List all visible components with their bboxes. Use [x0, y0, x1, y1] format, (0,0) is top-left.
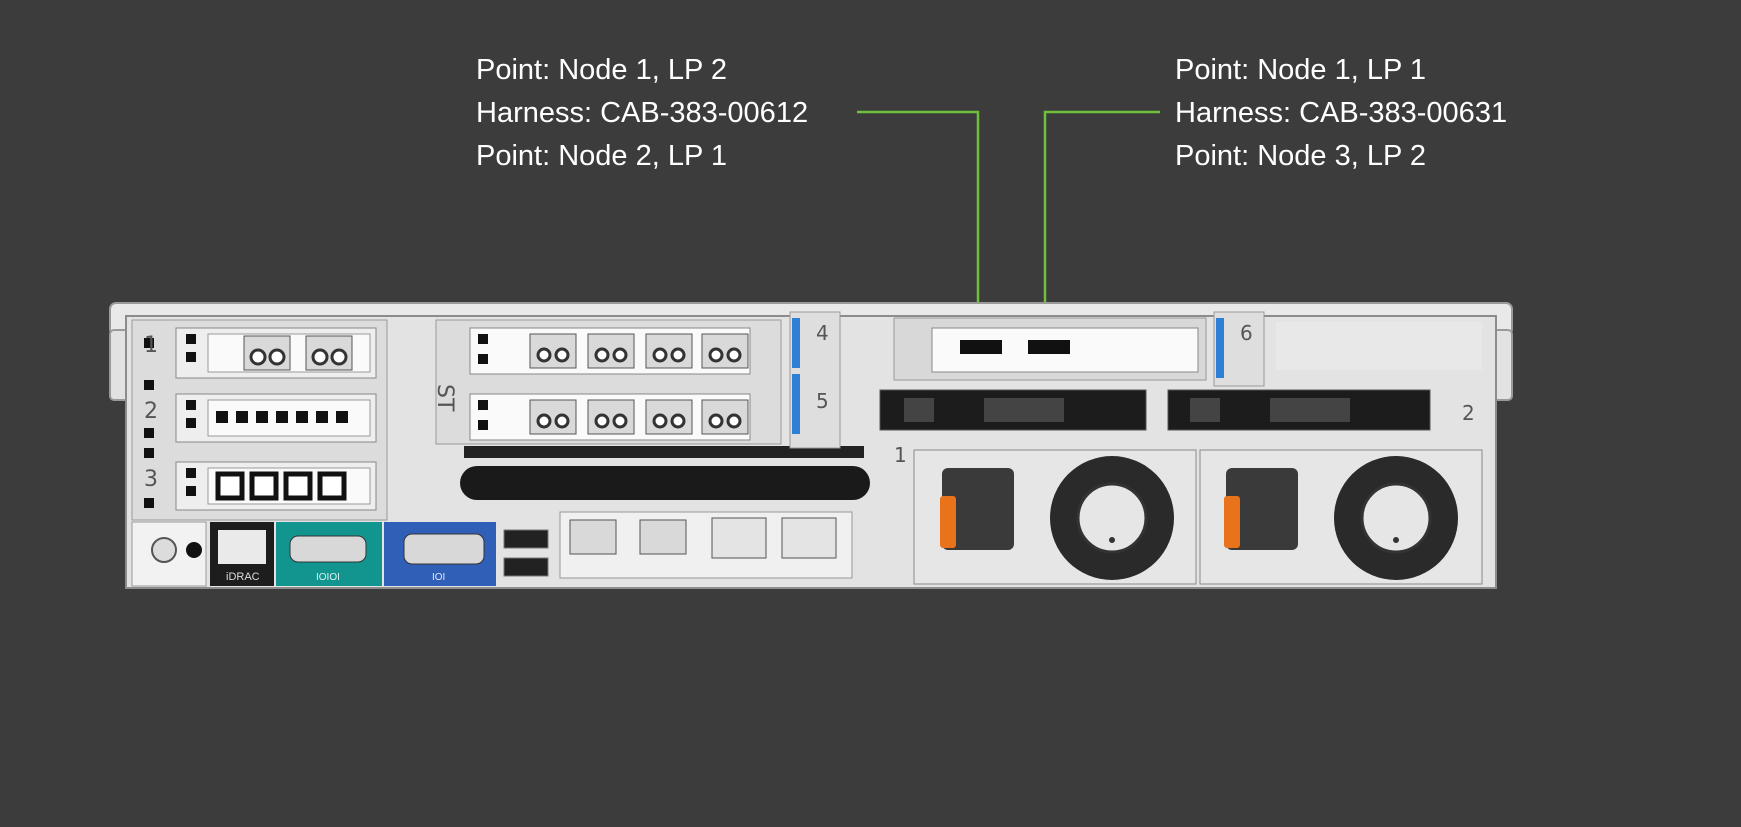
slot-3 — [175, 461, 377, 511]
st-label: ST — [432, 384, 457, 412]
vga-port: IOI — [384, 522, 496, 586]
serial-port: IOIOI — [276, 522, 382, 586]
vga-label: IOI — [432, 572, 445, 583]
slot-label-1: 1 — [144, 333, 158, 358]
io-panel: iDRAC IOIOI IOI — [131, 511, 853, 587]
riser-lp-card — [893, 317, 1207, 381]
riser-4-5: 4 5 — [789, 311, 841, 449]
lp-port-1 — [1028, 340, 1070, 354]
riser-left: 1 2 3 — [131, 319, 388, 521]
server-rear-diagram: 1 2 3 ST 4 5 6 1 2 iDRAC IOIOI IOI — [109, 110, 1513, 589]
idrac-label: iDRAC — [226, 571, 260, 583]
serial-label: IOIOI — [316, 572, 340, 583]
lp-port-2 — [960, 340, 1002, 354]
psu-label-2: 2 — [1462, 401, 1475, 425]
idrac-port: iDRAC — [210, 522, 274, 586]
slot-label-5: 5 — [816, 389, 829, 413]
slot-label-4: 4 — [816, 321, 829, 345]
network-daughter-card — [559, 511, 853, 579]
slot-2 — [175, 393, 377, 443]
slot-label-6: 6 — [1240, 321, 1253, 345]
slot-label-2: 2 — [144, 399, 158, 424]
vent-grid — [460, 446, 870, 500]
slot-1 — [175, 327, 377, 379]
psu-label-1: 1 — [894, 443, 907, 467]
riser-center: ST — [432, 319, 782, 445]
power-supply-2 — [1199, 449, 1483, 585]
slot-label-3: 3 — [144, 467, 158, 492]
power-supply-1 — [913, 449, 1197, 585]
